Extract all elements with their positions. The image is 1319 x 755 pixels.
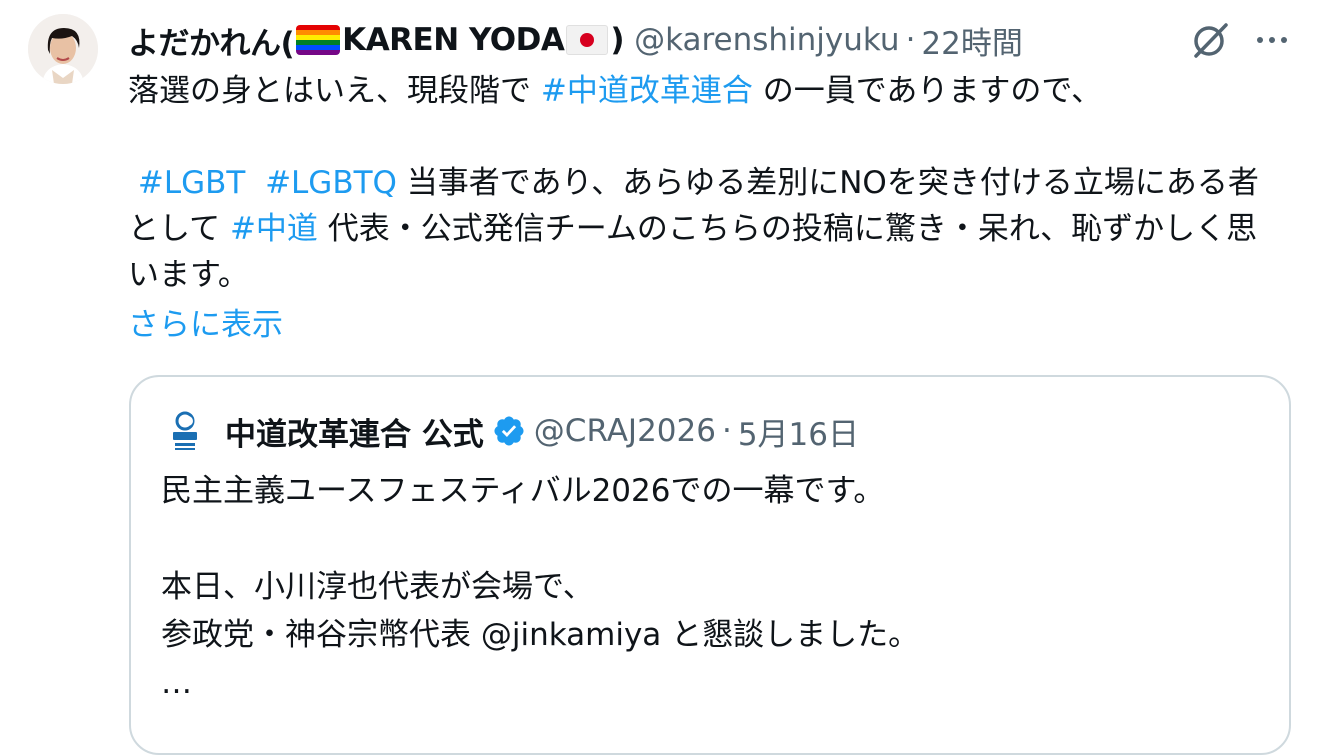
japan-flag-icon — [566, 25, 609, 55]
quoted-text-ellipsis: … — [161, 665, 192, 701]
quoted-text-line: 民主主義ユースフェスティバル2026での一幕です。 — [161, 473, 885, 509]
author-handle[interactable]: @karenshinjyuku — [634, 22, 900, 58]
grok-icon[interactable] — [1190, 20, 1230, 60]
quoted-text-line: 本日、小川淳也代表が会場で、 — [161, 569, 594, 605]
verified-badge-icon — [494, 416, 524, 446]
quoted-text-line: 参政党・神谷宗幣代表 @jinkamiya と懇談しました。 — [161, 617, 920, 653]
quoted-author-name[interactable]: 中道改革連合 公式 — [225, 409, 484, 454]
author-avatar[interactable] — [28, 14, 98, 84]
quoted-tweet-header: 中道改革連合 公式 @CRAJ2026 · 5月16日 — [163, 409, 859, 453]
tweet-header: よだかれん( KAREN YODA ) @karenshinjyuku · 22… — [128, 18, 1023, 62]
quoted-tweet[interactable]: 中道改革連合 公式 @CRAJ2026 · 5月16日 民主主義ユースフェスティ… — [129, 375, 1291, 755]
quoted-tweet-text: 民主主義ユースフェスティバル2026での一幕です。 本日、小川淳也代表が会場で、… — [161, 467, 1261, 707]
hashtag-link[interactable]: #中道 — [230, 211, 318, 247]
tweet-text-segment: 落選の身とはいえ、現段階で — [128, 73, 541, 109]
show-more-link[interactable]: さらに表示 — [128, 302, 283, 348]
tweet-text-segment: の一員でありますので、 — [752, 73, 1103, 109]
quoted-tweet-time[interactable]: 5月16日 — [738, 409, 859, 454]
header-separator: · — [905, 22, 916, 58]
quoted-author-handle[interactable]: @CRAJ2026 — [534, 413, 716, 449]
author-name-suffix[interactable]: ) — [610, 22, 624, 58]
hashtag-link[interactable]: #LGBT — [138, 165, 245, 201]
party-logo-icon[interactable] — [163, 409, 207, 453]
more-icon[interactable] — [1254, 22, 1290, 58]
hashtag-link[interactable]: #LGBTQ — [265, 165, 397, 201]
author-name-prefix[interactable]: よだかれん( — [128, 18, 295, 63]
quoted-header-separator: · — [721, 413, 732, 449]
hashtag-link[interactable]: #中道改革連合 — [541, 73, 753, 109]
tweet-text: 落選の身とはいえ、現段階で #中道改革連合 の一員でありますので、 #LGBT … — [128, 68, 1288, 298]
tweet-time[interactable]: 22時間 — [921, 18, 1022, 63]
rainbow-flag-icon — [296, 25, 341, 55]
author-name[interactable]: KAREN YODA — [342, 22, 565, 58]
